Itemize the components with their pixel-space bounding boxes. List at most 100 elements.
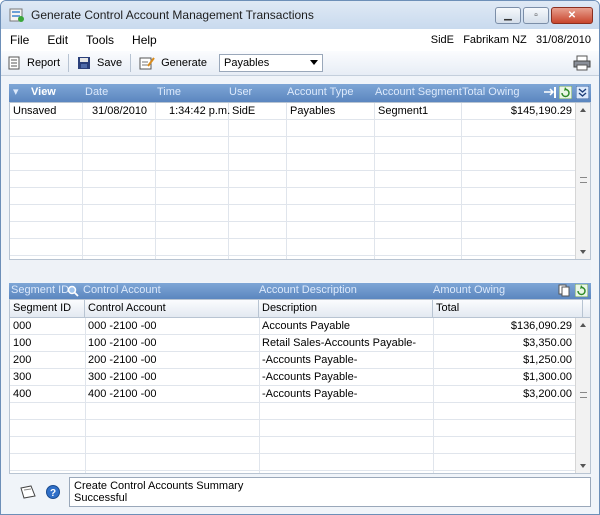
row-segment-id: 000	[13, 320, 32, 332]
printer-icon[interactable]	[573, 55, 591, 71]
table-row[interactable]	[10, 403, 576, 420]
row-time: 1:34:42 p.m.	[169, 105, 231, 117]
scroll-grip-icon[interactable]	[580, 392, 587, 398]
column-header-control-account[interactable]: Control Account	[85, 300, 259, 318]
table-row[interactable]	[10, 437, 576, 454]
row-account-type: Payables	[290, 105, 336, 117]
column-header-time[interactable]: Time	[157, 86, 181, 98]
field-amount-owing[interactable]: Amount Owing	[433, 284, 505, 296]
vertical-scrollbar[interactable]	[575, 318, 590, 473]
close-icon: ✕	[567, 10, 577, 21]
row-account-segment: Segment1	[378, 105, 429, 117]
generate-button[interactable]: Generate	[133, 52, 213, 74]
row-segment-id: 300	[13, 371, 32, 383]
row-total: $1,250.00	[523, 354, 572, 366]
segments-grid: 000 000 -2100 -00 Accounts Payable $136,…	[9, 318, 591, 474]
row-segment-id: 200	[13, 354, 32, 366]
maximize-button[interactable]: ▫	[523, 7, 549, 24]
column-header-account-type[interactable]: Account Type	[287, 86, 353, 98]
generate-icon	[139, 57, 155, 70]
refresh-icon[interactable]	[559, 86, 572, 99]
toolbar-separator	[130, 54, 132, 72]
copy-icon[interactable]	[558, 284, 571, 297]
user-date: 31/08/2010	[535, 34, 591, 46]
field-control-account[interactable]: Control Account	[83, 284, 161, 296]
generate-label: Generate	[161, 57, 207, 69]
close-button[interactable]: ✕	[551, 7, 593, 24]
segments-column-headers: Segment ID Control Account Description T…	[9, 299, 591, 318]
row-total-owing: $145,190.29	[510, 105, 572, 117]
row-control-account: 100 -2100 -00	[88, 337, 157, 349]
save-button[interactable]: Save	[71, 52, 128, 74]
scroll-up-icon[interactable]	[580, 323, 586, 327]
scroll-down-icon[interactable]	[580, 464, 586, 468]
scroll-up-icon[interactable]	[580, 108, 586, 112]
help-icon[interactable]: ?	[46, 485, 60, 499]
table-row[interactable]	[10, 205, 576, 222]
minimize-button[interactable]: ▁	[495, 7, 521, 24]
report-button[interactable]: Report	[1, 52, 66, 74]
save-label: Save	[97, 57, 123, 69]
column-header-segment-id[interactable]: Segment ID	[10, 300, 85, 318]
menu-file[interactable]: File	[1, 33, 38, 47]
scroll-grip-icon[interactable]	[580, 177, 587, 183]
menu-edit[interactable]: Edit	[38, 33, 77, 47]
table-row[interactable]	[10, 222, 576, 239]
collapse-icon[interactable]	[576, 86, 589, 99]
row-total: $3,350.00	[523, 337, 572, 349]
app-icon	[9, 8, 24, 22]
table-row[interactable]	[10, 171, 576, 188]
chevron-down-icon	[309, 60, 318, 65]
scroll-down-icon[interactable]	[580, 250, 586, 254]
column-header-total[interactable]: Total	[433, 300, 583, 318]
table-row[interactable]	[10, 420, 576, 437]
report-icon	[8, 56, 20, 70]
field-account-description[interactable]: Account Description	[259, 284, 357, 296]
expand-rows-icon[interactable]	[543, 86, 557, 99]
status-line-2: Successful	[74, 492, 128, 504]
table-row[interactable]: 300 300 -2100 -00 -Accounts Payable- $1,…	[10, 369, 576, 386]
lookup-icon[interactable]	[67, 285, 79, 297]
table-row[interactable]: 200 200 -2100 -00 -Accounts Payable- $1,…	[10, 352, 576, 369]
table-row[interactable]	[10, 137, 576, 154]
company-name: Fabrikam NZ	[463, 34, 527, 46]
row-control-account: 300 -2100 -00	[88, 371, 157, 383]
column-header-user[interactable]: User	[229, 86, 252, 98]
table-row[interactable]	[10, 120, 576, 137]
refresh-icon[interactable]	[575, 284, 588, 297]
table-row[interactable]	[10, 239, 576, 256]
minimize-icon: ▁	[504, 10, 512, 21]
menu-help[interactable]: Help	[123, 33, 166, 47]
session-info: SidE Fabrikam NZ 31/08/2010	[431, 34, 591, 46]
row-control-account: 200 -2100 -00	[88, 354, 157, 366]
vertical-scrollbar[interactable]	[575, 103, 590, 259]
account-type-dropdown[interactable]: Payables	[218, 54, 323, 72]
table-row[interactable]: Unsaved 31/08/2010 1:34:42 p.m. SidE Pay…	[10, 103, 576, 120]
pane-splitter[interactable]	[9, 260, 591, 282]
row-user: SidE	[232, 105, 256, 117]
status-message: Create Control Accounts Summary Successf…	[69, 477, 591, 507]
table-row[interactable]: 000 000 -2100 -00 Accounts Payable $136,…	[10, 318, 576, 335]
row-date: 31/08/2010	[92, 105, 148, 117]
row-description: -Accounts Payable-	[262, 388, 358, 400]
table-row[interactable]	[10, 454, 576, 471]
table-row[interactable]: 400 400 -2100 -00 -Accounts Payable- $3,…	[10, 386, 576, 403]
column-header-date[interactable]: Date	[85, 86, 108, 98]
column-header-account-segment[interactable]: Account Segment	[375, 86, 462, 98]
column-header-description[interactable]: Description	[259, 300, 433, 318]
view-button[interactable]: View	[31, 86, 56, 98]
menu-tools[interactable]: Tools	[77, 33, 123, 47]
table-row[interactable]: 100 100 -2100 -00 Retail Sales-Accounts …	[10, 335, 576, 352]
column-header-total-owing[interactable]: Total Owing	[462, 86, 519, 98]
status-bar: ? Create Control Accounts Summary Succes…	[9, 476, 591, 508]
table-row[interactable]	[10, 154, 576, 171]
row-description: Accounts Payable	[262, 320, 351, 332]
table-row[interactable]	[10, 188, 576, 205]
chevron-down-icon[interactable]: ▾	[13, 85, 19, 98]
account-type-value: Payables	[223, 57, 270, 69]
row-status: Unsaved	[13, 105, 57, 117]
field-segment-id[interactable]: Segment ID	[11, 284, 69, 296]
transactions-grid: Unsaved 31/08/2010 1:34:42 p.m. SidE Pay…	[9, 102, 591, 260]
note-icon[interactable]	[19, 485, 37, 499]
user-id: SidE	[430, 34, 455, 46]
